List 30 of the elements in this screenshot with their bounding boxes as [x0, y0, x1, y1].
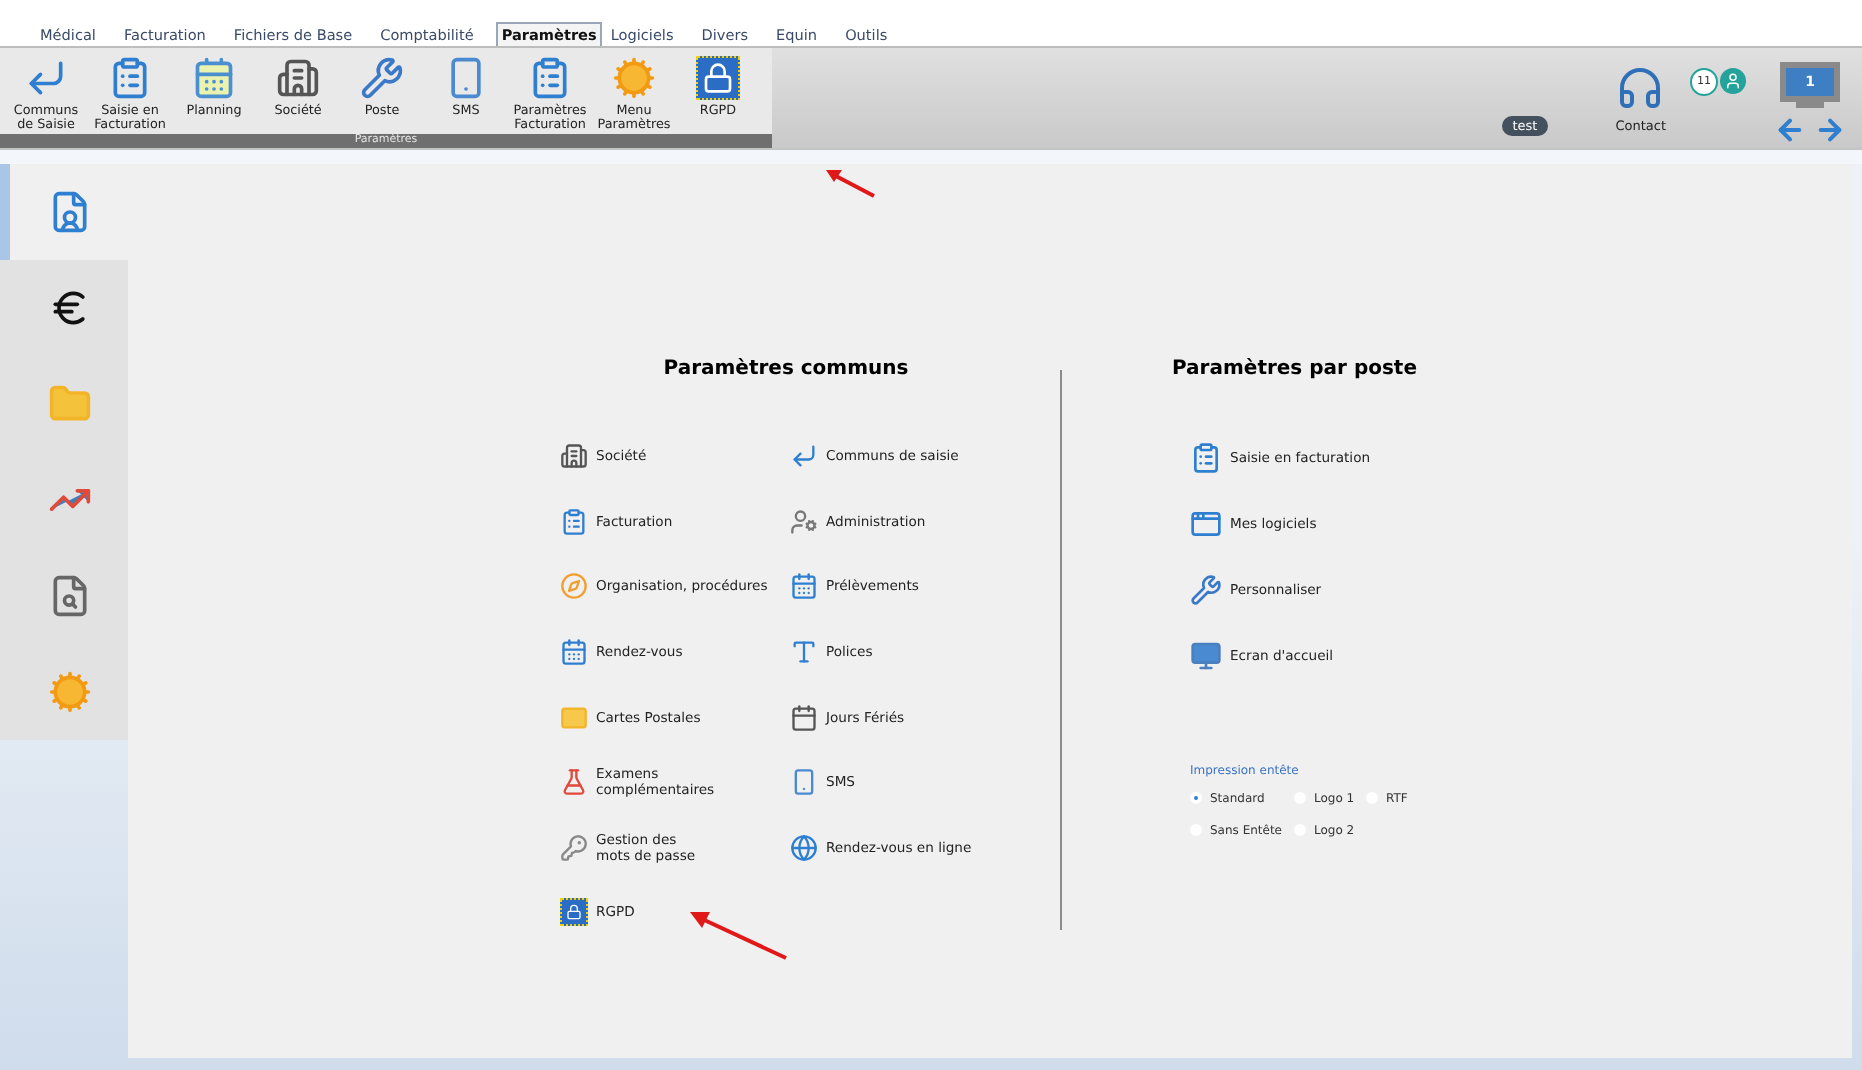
- calendar-icon: [790, 703, 818, 732]
- letter-t-icon: [790, 638, 818, 667]
- radio-button[interactable]: [1190, 792, 1202, 804]
- building-icon: [276, 56, 320, 100]
- monitor-icon: [1190, 639, 1222, 671]
- return-arrow-icon: [24, 56, 68, 100]
- user-icon[interactable]: [1720, 68, 1746, 94]
- padlock-badge-icon: [560, 898, 588, 927]
- clipboard-icon: [1190, 441, 1222, 473]
- compass-icon: [560, 572, 588, 601]
- calendar-icon: [192, 56, 236, 100]
- folder-icon: [47, 382, 91, 426]
- sidebar-item[interactable]: [0, 260, 128, 356]
- monitor-stand: [1796, 102, 1824, 108]
- section-title: Paramètres communs: [661, 358, 911, 384]
- wrench-icon: [1190, 573, 1222, 605]
- section-title: Paramètres par poste: [1172, 358, 1419, 384]
- clipboard-icon: [108, 56, 152, 100]
- headset-icon: [1616, 64, 1665, 112]
- calendar-icon: [560, 638, 588, 667]
- padlock-badge-icon: [696, 56, 740, 100]
- phone-icon: [790, 768, 818, 797]
- window-icon: [1190, 507, 1222, 539]
- return-arrow-icon: [790, 442, 818, 471]
- annotation-arrow: [824, 166, 876, 198]
- building-icon: [560, 442, 588, 471]
- clipboard-icon: [560, 507, 588, 536]
- annotation-arrow: [688, 908, 788, 960]
- wrench-icon: [360, 56, 404, 100]
- clipboard-icon: [528, 56, 572, 100]
